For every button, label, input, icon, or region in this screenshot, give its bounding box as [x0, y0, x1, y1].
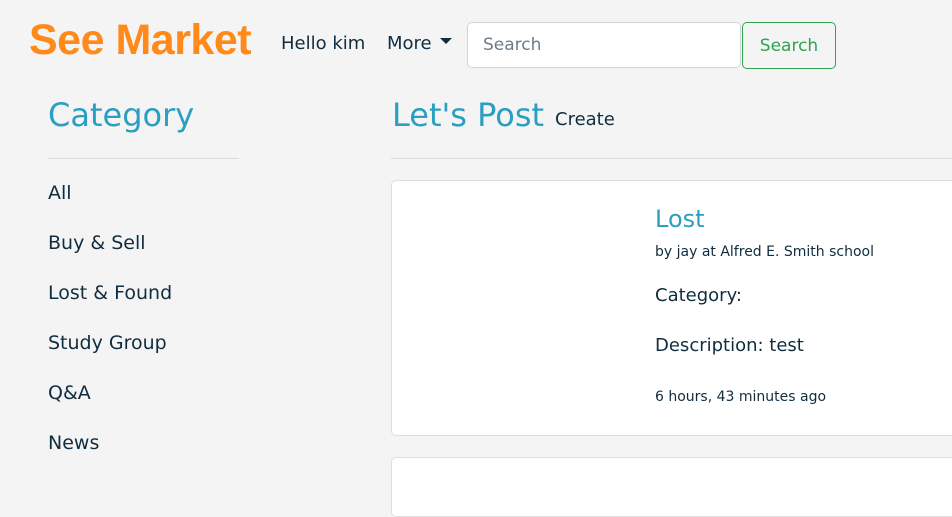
category-item-lost-found[interactable]: Lost & Found: [48, 276, 172, 326]
user-greeting-link[interactable]: Hello kim: [281, 32, 365, 56]
navbar: See Market Hello kim More Search: [0, 0, 952, 88]
post-byline: by jay at Alfred E. Smith school: [655, 244, 874, 260]
post-title[interactable]: Lost: [655, 203, 705, 235]
create-post-link[interactable]: Create: [555, 109, 615, 131]
caret-down-icon: [439, 38, 452, 44]
more-dropdown[interactable]: More: [387, 32, 452, 56]
more-dropdown-label: More: [387, 33, 432, 54]
post-card[interactable]: Lost by jay at Alfred E. Smith school Ca…: [391, 180, 952, 436]
sidebar-title: Category: [48, 96, 195, 134]
category-item-news[interactable]: News: [48, 426, 172, 476]
post-timestamp: 6 hours, 43 minutes ago: [655, 389, 827, 405]
main-divider: [391, 158, 952, 159]
post-description: Description: test: [655, 335, 804, 356]
category-item-qa[interactable]: Q&A: [48, 376, 172, 426]
search-input[interactable]: [467, 22, 741, 68]
category-item-buy-sell[interactable]: Buy & Sell: [48, 226, 172, 276]
category-item-all[interactable]: All: [48, 176, 172, 226]
category-list: All Buy & Sell Lost & Found Study Group …: [48, 176, 172, 476]
search-button[interactable]: Search: [742, 22, 836, 69]
post-card[interactable]: [391, 457, 952, 517]
sidebar-divider: [48, 158, 239, 159]
brand-logo[interactable]: See Market: [29, 14, 252, 66]
category-item-study-group[interactable]: Study Group: [48, 326, 172, 376]
page-title: Let's Post: [392, 96, 545, 134]
post-category: Category:: [655, 285, 742, 306]
